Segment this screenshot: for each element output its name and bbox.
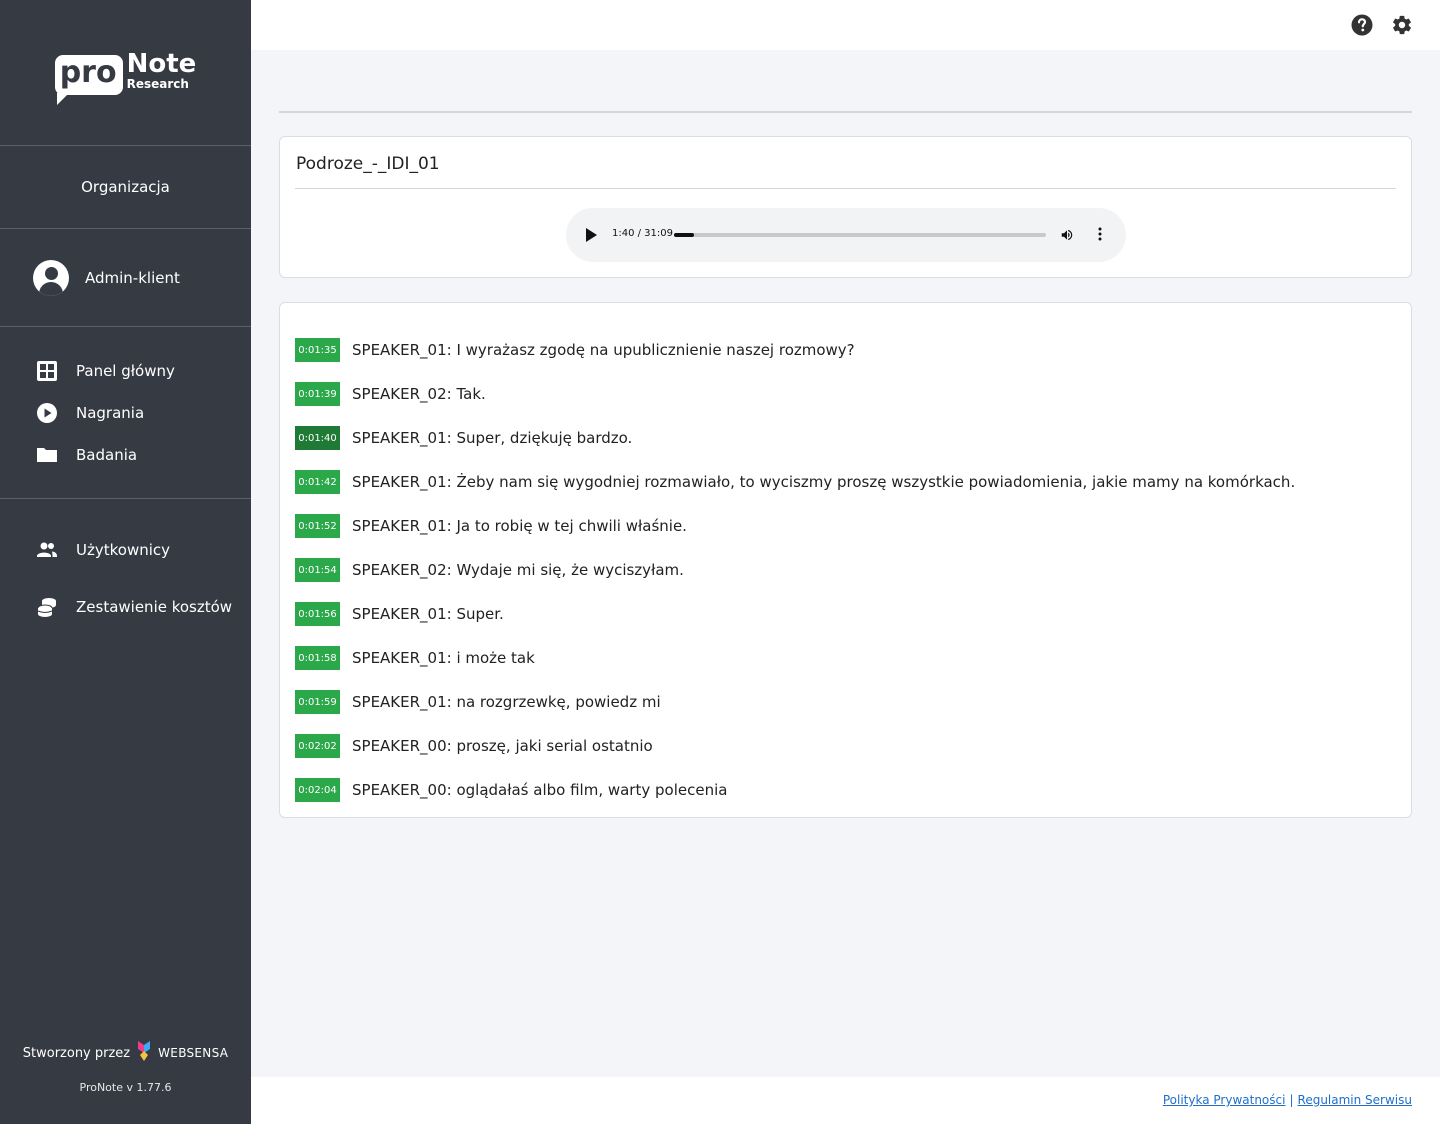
sidebar-item-costs[interactable]: Zestawienie kosztów — [0, 578, 251, 635]
user-profile[interactable]: Admin-klient — [0, 229, 251, 327]
sidebar-item-users[interactable]: Użytkownicy — [0, 521, 251, 578]
timestamp-button[interactable]: 0:01:52 — [295, 514, 340, 538]
audio-progress-fill — [674, 233, 695, 237]
audio-time: 1:40 / 31:09 — [612, 228, 674, 239]
timestamp-button[interactable]: 0:02:04 — [295, 778, 340, 802]
gear-icon[interactable] — [1391, 14, 1413, 36]
transcript-text: SPEAKER_01: Super, dziękuję bardzo. — [352, 429, 633, 447]
transcript-line: 0:01:42 SPEAKER_01: Żeby nam się wygodnie… — [280, 460, 1411, 504]
privacy-policy-link[interactable]: Polityka Prywatności — [1163, 1093, 1286, 1107]
title-divider — [295, 188, 1396, 189]
created-by-label: Stworzony przez — [22, 1045, 131, 1061]
timestamp-button[interactable]: 0:02:02 — [295, 734, 340, 758]
sidebar-item-badania[interactable]: Badania — [0, 434, 251, 476]
play-circle-icon — [36, 402, 58, 424]
transcript-line: 0:01:35 SPEAKER_01: I wyrażasz zgodę na u… — [280, 328, 1411, 372]
transcript-line: 0:01:58 SPEAKER_01: i może tak — [280, 636, 1411, 680]
play-icon[interactable] — [586, 228, 597, 242]
page-footer: Polityka Prywatności | Regulamin Serwisu — [251, 1077, 1440, 1124]
sidebar-item-label: Użytkownicy — [76, 540, 171, 559]
timestamp-button[interactable]: 0:01:54 — [295, 558, 340, 582]
transcript-text: SPEAKER_01: i może tak — [352, 649, 535, 667]
folder-icon — [36, 444, 58, 466]
logo-research: Research — [126, 76, 189, 91]
avatar — [33, 259, 69, 296]
help-icon[interactable] — [1351, 14, 1373, 36]
transcript-text: SPEAKER_01: na rozgrzewkę, powiedz mi — [352, 693, 661, 711]
sidebar-footer: Stworzony przez WEBSENSA ProNote v 1.77.… — [0, 1039, 251, 1094]
timestamp-button[interactable]: 0:01:35 — [295, 338, 340, 362]
timestamp-button[interactable]: 0:01:40 — [295, 426, 340, 450]
timestamp-button[interactable]: 0:01:42 — [295, 470, 340, 494]
transcript-text: SPEAKER_01: Super. — [352, 605, 504, 623]
timestamp-button[interactable]: 0:01:39 — [295, 382, 340, 406]
sidebar-item-label: Zestawienie kosztów — [76, 597, 233, 616]
transcript-line: 0:02:04 SPEAKER_00: oglądałaś albo film, … — [280, 768, 1411, 812]
grid-icon — [36, 360, 58, 382]
sidebar-item-label: Badania — [76, 446, 138, 464]
more-options-icon[interactable] — [1097, 226, 1103, 246]
users-icon — [36, 539, 58, 561]
websensa-brand[interactable]: WEBSENSA — [158, 1046, 228, 1060]
user-name: Admin-klient — [85, 268, 180, 287]
sidebar-item-panel[interactable]: Panel główny — [0, 350, 251, 392]
transcript-list: 0:01:35 SPEAKER_01: I wyrażasz zgodę na u… — [280, 328, 1411, 812]
audio-player[interactable]: 1:40 / 31:09 — [566, 208, 1126, 262]
divider — [279, 111, 1412, 113]
transcript-text: SPEAKER_00: oglądałaś albo film, warty p… — [352, 781, 728, 799]
app-logo[interactable]: pro Note Research — [54, 48, 197, 105]
footer-separator: | — [1289, 1093, 1294, 1107]
transcript-line: 0:01:52 SPEAKER_01: Ja to robię w tej chw… — [280, 504, 1411, 548]
transcript-card: 0:01:35 SPEAKER_01: I wyrażasz zgodę na u… — [279, 302, 1412, 818]
timestamp-button[interactable]: 0:01:56 — [295, 602, 340, 626]
recording-card: Podroze_-_IDI_01 1:40 / 31:09 — [279, 136, 1412, 278]
sidebar-item-nagrania[interactable]: Nagrania — [0, 392, 251, 434]
sidebar: pro Note Research Organizacja Admin-klie… — [0, 0, 251, 1124]
volume-icon[interactable] — [1060, 227, 1074, 246]
logo-note: Note — [126, 48, 197, 79]
organization-link[interactable]: Organizacja — [0, 146, 251, 229]
transcript-line: 0:01:56 SPEAKER_01: Super. — [280, 592, 1411, 636]
main-nav: Panel główny Nagrania Badania — [0, 327, 251, 499]
transcript-line: 0:01:59 SPEAKER_01: na rozgrzewkę, powied… — [280, 680, 1411, 724]
organization-label: Organizacja — [81, 178, 170, 196]
sidebar-item-label: Nagrania — [76, 404, 145, 422]
transcript-line: 0:01:40 SPEAKER_01: Super, dziękuję bardz… — [280, 416, 1411, 460]
app-version: ProNote v 1.77.6 — [79, 1081, 172, 1094]
coins-icon — [36, 596, 58, 618]
transcript-text: SPEAKER_02: Wydaje mi się, że wyciszyłam… — [352, 561, 684, 579]
logo-area: pro Note Research — [0, 0, 251, 146]
sidebar-item-label: Panel główny — [76, 362, 175, 380]
transcript-text: SPEAKER_01: Żeby nam się wygodniej rozma… — [352, 473, 1296, 491]
transcript-line: 0:01:54 SPEAKER_02: Wydaje mi się, że wyc… — [280, 548, 1411, 592]
transcript-text: SPEAKER_01: Ja to robię w tej chwili wła… — [352, 517, 687, 535]
timestamp-button[interactable]: 0:01:58 — [295, 646, 340, 670]
transcript-line: 0:01:39 SPEAKER_02: Tak. — [280, 372, 1411, 416]
topbar — [251, 0, 1440, 50]
websensa-logo-icon[interactable] — [136, 1039, 152, 1067]
transcript-text: SPEAKER_00: proszę, jaki serial ostatnio — [352, 737, 653, 755]
terms-link[interactable]: Regulamin Serwisu — [1298, 1093, 1412, 1107]
recording-title: Podroze_-_IDI_01 — [296, 154, 440, 174]
transcript-text: SPEAKER_01: I wyrażasz zgodę na upublicz… — [352, 341, 855, 359]
admin-nav: Użytkownicy Zestawienie kosztów — [0, 499, 251, 635]
audio-progress-bar[interactable] — [674, 233, 1046, 237]
transcript-text: SPEAKER_02: Tak. — [352, 385, 486, 403]
logo-pro: pro — [54, 54, 123, 105]
timestamp-button[interactable]: 0:01:59 — [295, 690, 340, 714]
transcript-line: 0:02:02 SPEAKER_00: proszę, jaki serial o… — [280, 724, 1411, 768]
